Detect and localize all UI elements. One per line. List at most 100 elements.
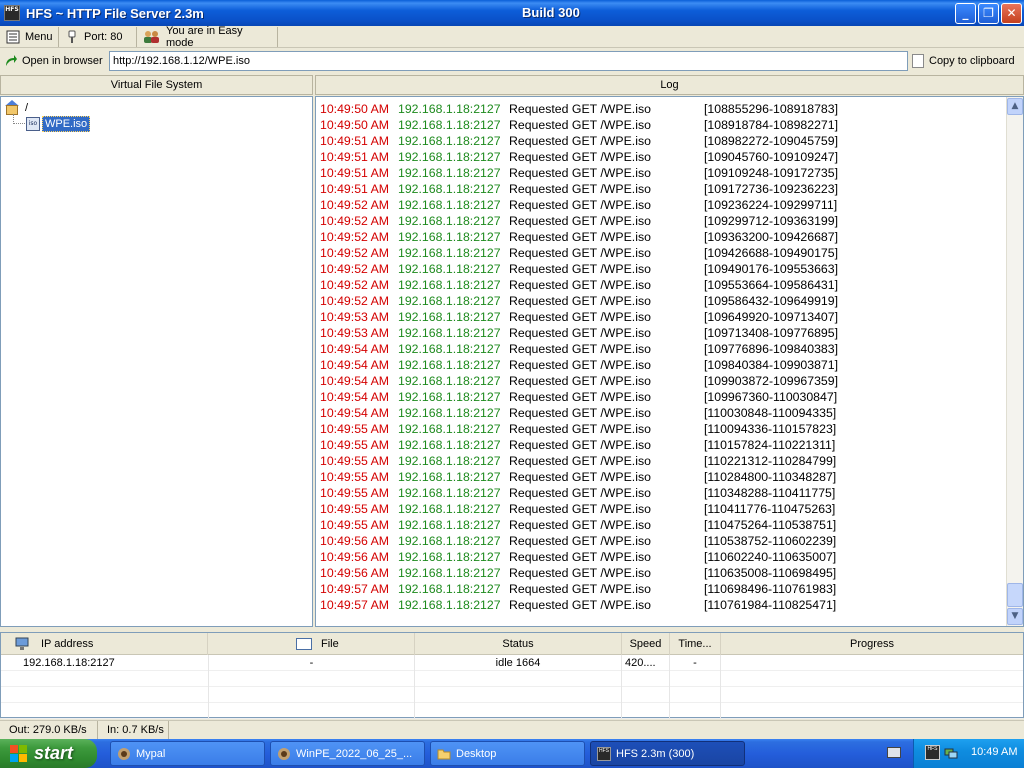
log-message: Requested GET /WPE.iso [509,550,651,564]
log-message: Requested GET /WPE.iso [509,262,651,276]
log-ip: 192.168.1.18:2127 [398,582,501,596]
task-label: HFS 2.3m (300) [616,747,695,760]
virtual-file-system-panel[interactable]: / iso WPE.iso [0,96,313,627]
start-button[interactable]: start [0,739,97,768]
mode-button[interactable]: You are in Easy mode [137,25,278,49]
task-hfs[interactable]: HFS HFS 2.3m (300) [590,741,745,766]
log-message: Requested GET /WPE.iso [509,534,651,548]
column-progress[interactable]: Progress [721,633,1023,655]
log-range: [109840384-109903871] [704,358,839,372]
log-time: 10:49:56 AM [320,534,390,548]
log-row: 10:49:55 AM 192.168.1.18:2127 Requested GE… [320,517,838,533]
network-tray-icon[interactable] [944,746,958,760]
log-row: 10:49:54 AM 192.168.1.18:2127 Requested GE… [320,357,838,373]
log-range: [110538752-110602239] [704,534,837,548]
clock[interactable]: 10:49 AM [971,746,1017,758]
menu-button[interactable]: Menu [0,26,59,47]
maximize-button[interactable]: ❐ [978,3,999,24]
log-time: 10:49:57 AM [320,582,390,596]
column-speed[interactable]: Speed [622,633,670,655]
task-mypal[interactable]: Mypal [110,741,265,766]
log-time: 10:49:52 AM [320,230,390,244]
vfs-file-node[interactable]: iso WPE.iso [26,116,91,132]
log-range: [109172736-109236223] [704,182,839,196]
log-row: 10:49:50 AM 192.168.1.18:2127 Requested GE… [320,101,838,117]
log-ip: 192.168.1.18:2127 [398,374,501,388]
log-time: 10:49:54 AM [320,342,390,356]
hfs-tray-icon[interactable]: HFS [925,745,940,760]
vfs-root-node[interactable]: / [5,100,28,116]
log-message: Requested GET /WPE.iso [509,182,651,196]
log-panel[interactable]: 10:49:50 AM 192.168.1.18:2127 Requested GE… [315,96,1024,627]
log-time: 10:49:50 AM [320,102,390,116]
folder-icon [437,747,451,761]
log-time: 10:49:53 AM [320,310,390,324]
window-icon [296,638,312,650]
column-status[interactable]: Status [415,633,622,655]
log-time: 10:49:57 AM [320,598,390,612]
column-file[interactable]: File [208,633,415,655]
log-row: 10:49:54 AM 192.168.1.18:2127 Requested GE… [320,341,838,357]
open-arrow-icon [4,54,18,68]
log-ip: 192.168.1.18:2127 [398,294,501,308]
log-ip: 192.168.1.18:2127 [398,518,501,532]
log-range: [110348288-110411775] [704,486,836,500]
log-lines: 10:49:50 AM 192.168.1.18:2127 Requested GE… [320,101,838,613]
column-file-label: File [321,638,339,650]
log-time: 10:49:55 AM [320,438,390,452]
log-ip: 192.168.1.18:2127 [398,310,501,324]
log-range: [108855296-108918783] [704,102,839,116]
log-ip: 192.168.1.18:2127 [398,118,501,132]
close-button[interactable]: ✕ [1001,3,1022,24]
log-ip: 192.168.1.18:2127 [398,102,501,116]
connections-table[interactable]: IP address File Status Speed Time... Pro… [0,632,1024,719]
log-row: 10:49:51 AM 192.168.1.18:2127 Requested GE… [320,133,838,149]
task-desktop[interactable]: Desktop [430,741,585,766]
log-message: Requested GET /WPE.iso [509,278,651,292]
log-ip: 192.168.1.18:2127 [398,342,501,356]
port-button[interactable]: Port: 80 [59,26,137,47]
log-ip: 192.168.1.18:2127 [398,598,501,612]
task-label: Mypal [136,747,166,760]
open-in-browser-label: Open in browser [22,55,103,67]
window-title: HFS ~ HTTP File Server 2.3m [26,5,204,21]
taskbar: start Mypal WinPE_2022_06_25_... Desktop… [0,739,1024,768]
task-winpe[interactable]: WinPE_2022_06_25_... [270,741,425,766]
log-row: 10:49:52 AM 192.168.1.18:2127 Requested GE… [320,261,838,277]
open-in-browser-button[interactable]: Open in browser [0,54,108,68]
log-time: 10:49:52 AM [320,262,390,276]
url-field[interactable]: http://192.168.1.12/WPE.iso [109,51,908,71]
log-range: [109586432-109649919] [704,294,839,308]
log-time: 10:49:55 AM [320,422,390,436]
log-time: 10:49:54 AM [320,406,390,420]
log-range: [110475264-110538751] [704,518,837,532]
log-row: 10:49:57 AM 192.168.1.18:2127 Requested GE… [320,597,838,613]
log-ip: 192.168.1.18:2127 [398,438,501,452]
cell-file: - [209,655,415,671]
copy-to-clipboard-button[interactable]: Copy to clipboard [912,51,1015,71]
column-ip-address[interactable]: IP address [1,633,208,655]
cell-status: idle 1664 [415,655,622,671]
scroll-up-button[interactable]: ▲ [1007,98,1023,115]
scroll-thumb[interactable] [1007,583,1023,607]
menu-icon [6,30,20,44]
log-range: [109903872-109967359] [704,374,839,388]
log-scrollbar[interactable]: ▲ ▼ [1006,97,1023,626]
log-message: Requested GET /WPE.iso [509,502,651,516]
table-row[interactable]: 192.168.1.18:2127 - idle 1664 420.... - [1,655,1023,671]
log-time: 10:49:52 AM [320,198,390,212]
minimize-button[interactable]: _ [955,3,976,24]
hfs-app-icon[interactable]: HFS [4,5,20,21]
log-ip: 192.168.1.18:2127 [398,534,501,548]
log-range: [109490176-109553663] [704,262,839,276]
log-message: Requested GET /WPE.iso [509,150,651,164]
log-ip: 192.168.1.18:2127 [398,422,501,436]
log-range: [109045760-109109247] [704,150,839,164]
title-bar: HFS HFS ~ HTTP File Server 2.3m Build 30… [0,0,1024,26]
keyboard-icon[interactable] [887,747,901,758]
scroll-down-button[interactable]: ▼ [1007,608,1023,625]
tree-line [13,123,25,124]
log-range: [109713408-109776895] [704,326,839,340]
log-time: 10:49:54 AM [320,358,390,372]
column-time[interactable]: Time... [670,633,721,655]
